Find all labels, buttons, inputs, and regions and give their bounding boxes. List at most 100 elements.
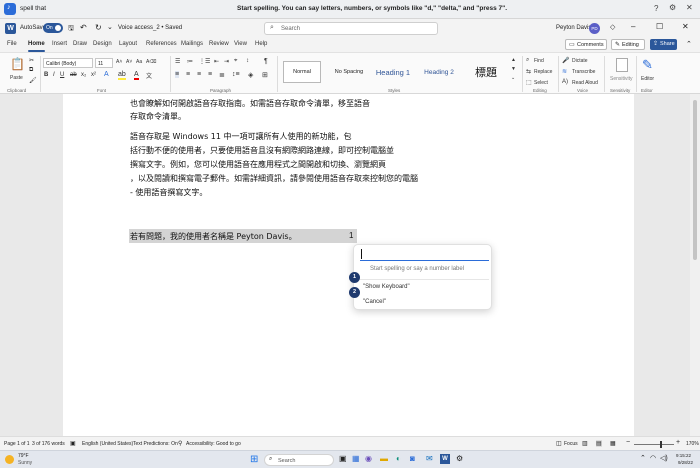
widgets-icon[interactable]: ▦ — [352, 454, 360, 463]
style-no-spacing[interactable]: No Spacing — [330, 61, 368, 83]
word-count[interactable]: 3 of 176 words — [32, 441, 65, 447]
user-name[interactable]: Peyton Davis — [556, 25, 591, 31]
tab-review[interactable]: Review — [209, 41, 229, 47]
subscript-icon[interactable]: x₂ — [81, 72, 86, 78]
spelling-input[interactable] — [360, 248, 489, 261]
style-heading-1[interactable]: Heading 1 — [374, 61, 412, 83]
redo-icon[interactable]: ↻ — [95, 23, 102, 32]
dictate-button[interactable]: Dictate — [572, 58, 588, 64]
edge-icon[interactable]: ◐ — [396, 454, 401, 463]
clear-format-icon[interactable]: A⌫ — [146, 59, 156, 65]
selection-number-badge[interactable]: 1 — [349, 231, 353, 240]
settings-taskbar-icon[interactable]: ⚙ — [456, 454, 463, 463]
clock-time[interactable]: 9:15:22 — [676, 453, 691, 458]
change-case-icon[interactable]: Aa — [136, 59, 142, 65]
chat-icon[interactable]: ◉ — [365, 454, 372, 463]
styles-scroll-up-icon[interactable]: ▲ — [511, 57, 516, 63]
save-icon[interactable]: 🖫 — [68, 24, 74, 35]
tab-mailings[interactable]: Mailings — [181, 41, 203, 47]
highlight-icon[interactable]: ab — [118, 71, 126, 80]
maximize-icon[interactable]: ☐ — [656, 22, 663, 31]
copy-icon[interactable]: ⧉ — [29, 67, 33, 74]
shrink-font-icon[interactable]: A˅ — [126, 59, 132, 65]
editing-mode-button[interactable]: ✎ Editing — [611, 39, 645, 50]
tab-design[interactable]: Design — [93, 41, 112, 47]
zoom-level[interactable]: 170% — [686, 441, 699, 447]
tab-references[interactable]: References — [146, 41, 177, 47]
accessibility-status[interactable]: Accessibility: Good to go — [186, 441, 241, 447]
store-icon[interactable]: ◙ — [410, 454, 415, 463]
vertical-scrollbar[interactable] — [690, 94, 700, 436]
multilevel-list-icon[interactable]: ⋮☰ — [199, 58, 210, 65]
sort-icon[interactable]: ↕ — [246, 58, 249, 64]
style-heading-2[interactable]: Heading 2 — [420, 61, 458, 83]
doc-line-6[interactable]: ，以及閱讀和撰寫電子郵件。如需詳細資訊，請參閱使用語音存取來控制您的電腦 — [130, 173, 418, 184]
styles-scroll-down-icon[interactable]: ▼ — [511, 66, 516, 72]
phonetic-guide-icon[interactable]: 文 — [146, 71, 152, 80]
select-button[interactable]: Select — [534, 80, 548, 86]
file-explorer-icon[interactable]: ▬ — [380, 454, 388, 463]
doc-line-5[interactable]: 撰寫文字。例如，您可以使用語音在應用程式之間開啟和切換、瀏覽網頁 — [130, 159, 386, 170]
justify-icon[interactable]: ≡ — [208, 71, 212, 78]
start-icon[interactable]: ⊞ — [250, 454, 258, 465]
editor-button[interactable]: Editor — [641, 76, 654, 82]
bold-icon[interactable]: B — [44, 72, 48, 78]
customize-icon[interactable]: ⌄ — [107, 23, 113, 31]
align-left-icon[interactable]: ≡ — [175, 71, 180, 78]
taskbar-search[interactable]: ⌕ Search — [264, 454, 334, 466]
text-effects-icon[interactable]: A — [104, 71, 109, 78]
language[interactable]: English (United States) — [82, 441, 133, 447]
option-cancel[interactable]: "Cancel" — [363, 299, 386, 305]
chevron-up-icon[interactable]: ⌃ — [640, 454, 646, 462]
zoom-slider-thumb[interactable] — [660, 441, 662, 448]
close-icon[interactable]: ✕ — [682, 22, 689, 31]
share-button[interactable]: ⇪ Share — [650, 39, 677, 50]
borders-icon[interactable]: ⊞ — [262, 71, 268, 79]
help-icon[interactable]: ? — [654, 4, 658, 13]
comments-button[interactable]: ▭ Comments — [565, 39, 607, 50]
find-button[interactable]: Find — [534, 58, 544, 64]
tab-help[interactable]: Help — [255, 41, 267, 47]
font-name-select[interactable]: Calibri (Body) — [43, 58, 93, 68]
doc-line-2[interactable]: 存取命令清單。 — [130, 111, 186, 122]
zoom-in-icon[interactable]: + — [676, 439, 680, 446]
doc-line-7[interactable]: - 使用語音撰寫文字。 — [130, 187, 207, 198]
minimize-icon[interactable]: – — [631, 22, 635, 31]
increase-indent-icon[interactable]: ⇥ — [224, 58, 229, 65]
outlook-icon[interactable]: ✉ — [426, 454, 433, 463]
weather-temp[interactable]: 79°F — [18, 453, 29, 459]
sensitivity-button[interactable]: Sensitivity — [610, 76, 633, 82]
tab-home[interactable]: Home — [28, 41, 45, 52]
selected-line[interactable]: 若有問題，我的使用者名稱是 Peyton Davis。 — [130, 231, 297, 242]
font-color-icon[interactable]: A — [134, 71, 139, 80]
strikethrough-icon[interactable]: ab — [70, 72, 77, 78]
diamond-icon[interactable]: ◇ — [610, 23, 615, 31]
document-name[interactable]: Voice access_2 • Saved — [118, 25, 182, 31]
page-count[interactable]: Page 1 of 1 — [4, 441, 30, 447]
cut-icon[interactable]: ✂ — [29, 57, 34, 64]
settings-icon[interactable]: ⚙ — [669, 3, 676, 12]
shading-icon[interactable]: ◈ — [248, 71, 253, 79]
format-painter-icon[interactable]: 🖌 — [29, 77, 37, 84]
title-search-box[interactable]: ⌕ Search — [264, 22, 438, 35]
ribbon-collapse-icon[interactable]: ⌃ — [686, 40, 692, 48]
undo-icon[interactable]: ↶ — [80, 23, 87, 32]
doc-line-4[interactable]: 括行動不便的使用者，只要使用語音且沒有網際網路連線，即可控制電腦並 — [130, 145, 394, 156]
doc-line-1[interactable]: 也會瞭解如何開啟語音存取指南。如需語音存取命令清單，移至語音 — [130, 98, 370, 109]
grow-font-icon[interactable]: A˄ — [116, 59, 122, 65]
proofing-icon[interactable]: ▣ — [70, 440, 76, 447]
avatar[interactable]: PD — [589, 23, 600, 34]
clock-date[interactable]: 9/28/22 — [678, 460, 693, 465]
web-layout-icon[interactable]: ▦ — [610, 440, 616, 447]
volume-icon[interactable]: ◁) — [660, 454, 668, 462]
distributed-icon[interactable]: ≣ — [219, 71, 225, 79]
print-layout-icon[interactable]: ▤ — [596, 440, 602, 447]
underline-icon[interactable]: U — [60, 72, 64, 78]
read-mode-icon[interactable]: ▥ — [582, 440, 588, 447]
superscript-icon[interactable]: x² — [91, 72, 96, 78]
word-taskbar-icon[interactable]: W — [440, 454, 450, 464]
paste-icon[interactable]: 📋 — [10, 57, 25, 71]
focus-button[interactable]: Focus — [564, 441, 578, 447]
transcribe-button[interactable]: Transcribe — [572, 69, 595, 75]
text-predictions[interactable]: Text Predictions: On — [133, 441, 178, 447]
